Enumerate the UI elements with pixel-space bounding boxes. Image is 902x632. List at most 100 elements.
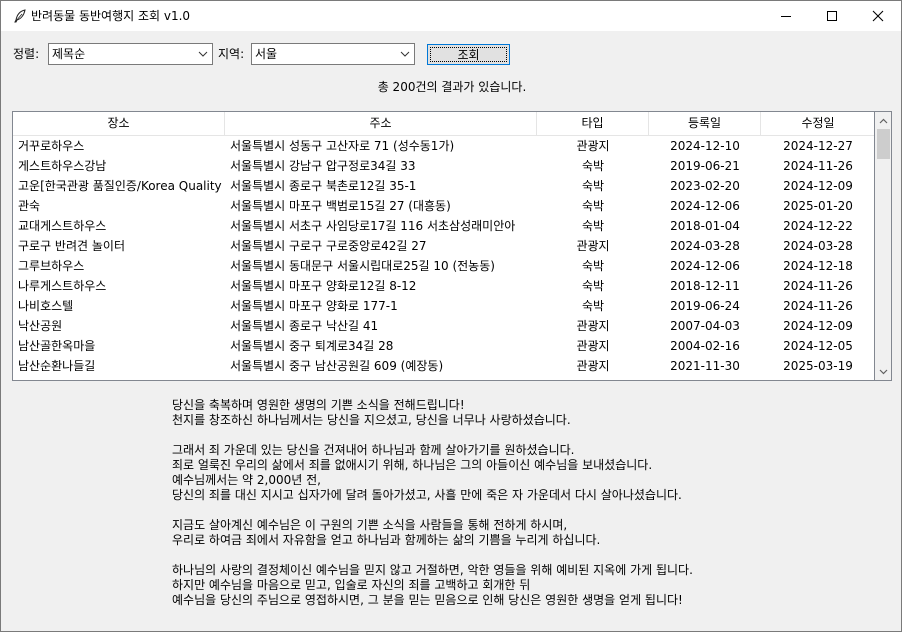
minimize-button[interactable] xyxy=(763,1,809,31)
cell-place: 남산골한옥마을 xyxy=(18,339,96,353)
scroll-up-button[interactable] xyxy=(875,112,891,129)
cell-type: 숙박 xyxy=(581,279,605,293)
column-header-place[interactable]: 장소 xyxy=(13,112,225,136)
table-row[interactable]: 교대게스트하우스 서울특별시 서초구 사임당로17길 116 서초삼성래미안아 … xyxy=(13,216,874,236)
title-bar[interactable]: 반려동물 동반여행지 조회 v1.0 xyxy=(1,1,901,31)
cell-modified: 2024-12-05 xyxy=(783,339,853,353)
minimize-icon xyxy=(781,16,791,17)
cell-type: 숙박 xyxy=(581,159,605,173)
cell-address: 서울특별시 구로구 구로중앙로42길 27 xyxy=(230,239,427,253)
table-row[interactable]: 낙산공원 서울특별시 종로구 낙산길 41 관광지 2007-04-03 202… xyxy=(13,316,874,336)
cell-registered: 2024-12-06 xyxy=(670,259,740,273)
sort-select-value: 제목순 xyxy=(52,47,86,61)
message-line: 우리로 하여금 죄에서 자유함을 얻고 하나님과 함께하는 삶의 기쁨을 누리게… xyxy=(172,533,601,547)
table-scrollbar[interactable] xyxy=(875,111,892,381)
message-line: 지금도 살아계신 예수님은 이 구원의 기쁜 소식을 사람들을 통해 전하게 하… xyxy=(172,518,568,532)
message-line: 예수님을 당신의 주님으로 영접하시면, 그 분을 믿는 믿음으로 인해 당신은… xyxy=(172,593,683,607)
search-button[interactable]: 조회 xyxy=(427,44,510,65)
region-select-value: 서울 xyxy=(255,47,278,61)
scroll-down-icon xyxy=(879,369,887,374)
cell-type: 숙박 xyxy=(581,179,605,193)
cell-address: 서울특별시 서초구 사임당로17길 116 서초삼성래미안아 xyxy=(230,219,516,233)
cell-modified: 2024-11-26 xyxy=(783,299,853,313)
cell-place: 거꾸로하우스 xyxy=(18,139,85,153)
cell-registered: 2021-11-30 xyxy=(670,359,740,373)
table-row[interactable]: 그루브하우스 서울특별시 동대문구 서울시립대로25길 10 (전농동) 숙박 … xyxy=(13,256,874,276)
table-row[interactable]: 구로구 반려견 놀이터 서울특별시 구로구 구로중앙로42길 27 관광지 20… xyxy=(13,236,874,256)
scroll-up-icon xyxy=(879,118,887,123)
maximize-icon xyxy=(827,11,837,21)
sort-select[interactable]: 제목순 xyxy=(48,43,213,65)
column-header-type[interactable]: 타입 xyxy=(537,112,649,136)
column-header-modified[interactable]: 수정일 xyxy=(761,112,874,136)
cell-type: 관광지 xyxy=(576,359,610,373)
table-row[interactable]: 관숙 서울특별시 마포구 백범로15길 27 (대흥동) 숙박 2024-12-… xyxy=(13,196,874,216)
table-header: 장소 주소 타입 등록일 수정일 xyxy=(13,112,874,136)
message-line: 하지만 예수님을 마음으로 믿고, 입술로 자신의 죄를 고백하고 회개한 뒤 xyxy=(172,578,531,592)
cell-modified: 2024-12-27 xyxy=(783,139,853,153)
cell-modified: 2024-12-09 xyxy=(783,179,853,193)
cell-registered: 2024-12-06 xyxy=(670,199,740,213)
scroll-thumb[interactable] xyxy=(877,129,890,159)
table-body: 거꾸로하우스 서울특별시 성동구 고산자로 71 (성수동1가) 관광지 202… xyxy=(13,136,874,376)
table-row[interactable]: 남산골한옥마을 서울특별시 중구 퇴계로34길 28 관광지 2004-02-1… xyxy=(13,336,874,356)
cell-address: 서울특별시 종로구 북촌로12길 35-1 xyxy=(230,179,417,193)
cell-registered: 2018-12-11 xyxy=(670,279,740,293)
chevron-down-icon xyxy=(198,51,208,57)
scroll-down-button[interactable] xyxy=(875,363,891,380)
cell-place: 남산순환나들길 xyxy=(18,359,96,373)
cell-modified: 2024-11-26 xyxy=(783,159,853,173)
cell-modified: 2025-03-19 xyxy=(783,359,853,373)
close-icon xyxy=(872,10,884,22)
cell-registered: 2007-04-03 xyxy=(670,319,740,333)
results-table[interactable]: 장소 주소 타입 등록일 수정일 거꾸로하우스 서울특별시 성동구 고산자로 7… xyxy=(12,111,875,381)
chevron-down-icon xyxy=(400,51,410,57)
table-row[interactable]: 게스트하우스강남 서울특별시 강남구 압구정로34길 33 숙박 2019-06… xyxy=(13,156,874,176)
cell-place: 교대게스트하우스 xyxy=(18,219,107,233)
region-select[interactable]: 서울 xyxy=(251,43,415,65)
cell-modified: 2024-12-09 xyxy=(783,319,853,333)
cell-place: 낙산공원 xyxy=(18,319,63,333)
column-header-registered[interactable]: 등록일 xyxy=(649,112,761,136)
message-line: 죄로 얼룩진 우리의 삶에서 죄를 없애시기 위해, 하나님은 그의 아들이신 … xyxy=(172,458,653,472)
cell-type: 관광지 xyxy=(576,139,610,153)
table-row[interactable]: 나루게스트하우스 서울특별시 마포구 양화로12길 8-12 숙박 2018-1… xyxy=(13,276,874,296)
cell-modified: 2024-12-22 xyxy=(783,219,853,233)
cell-place: 게스트하우스강남 xyxy=(18,159,107,173)
cell-registered: 2019-06-21 xyxy=(670,159,740,173)
cell-address: 서울특별시 종로구 낙산길 41 xyxy=(230,319,379,333)
cell-address: 서울특별시 강남구 압구정로34길 33 xyxy=(230,159,416,173)
cell-type: 숙박 xyxy=(581,219,605,233)
feather-icon xyxy=(12,8,28,24)
sort-label: 정렬: xyxy=(13,47,40,61)
cell-type: 관광지 xyxy=(576,239,610,253)
result-count-text: 총 200건의 결과가 있습니다. xyxy=(377,80,527,94)
window-title: 반려동물 동반여행지 조회 v1.0 xyxy=(31,9,191,23)
cell-address: 서울특별시 중구 남산공원길 609 (예장동) xyxy=(230,359,444,373)
cell-registered: 2023-02-20 xyxy=(670,179,740,193)
message-paragraph: 하나님의 사랑의 결정체이신 예수님을 믿지 않고 거절하면, 악한 영들을 위… xyxy=(172,563,872,608)
message-paragraph: 지금도 살아계신 예수님은 이 구원의 기쁜 소식을 사람들을 통해 전하게 하… xyxy=(172,518,872,548)
message-paragraph: 그래서 죄 가운데 있는 당신을 건져내어 하나님과 함께 살아가기를 원하셨습… xyxy=(172,443,872,503)
cell-type: 관광지 xyxy=(576,339,610,353)
message-line: 예수님께서는 약 2,000년 전, xyxy=(172,473,321,487)
cell-place: 나루게스트하우스 xyxy=(18,279,107,293)
cell-modified: 2025-01-20 xyxy=(783,199,853,213)
cell-type: 숙박 xyxy=(581,299,605,313)
table-row[interactable]: 나비호스텔 서울특별시 마포구 양화로 177-1 숙박 2019-06-24 … xyxy=(13,296,874,316)
table-row[interactable]: 남산순환나들길 서울특별시 중구 남산공원길 609 (예장동) 관광지 202… xyxy=(13,356,874,376)
table-row[interactable]: 거꾸로하우스 서울특별시 성동구 고산자로 71 (성수동1가) 관광지 202… xyxy=(13,136,874,156)
column-header-address[interactable]: 주소 xyxy=(225,112,537,136)
close-button[interactable] xyxy=(855,1,901,31)
cell-place: 나비호스텔 xyxy=(18,299,74,313)
table-row[interactable]: 고운[한국관광 품질인증/Korea Quality 서울특별시 종로구 북촌로… xyxy=(13,176,874,196)
cell-registered: 2024-03-28 xyxy=(670,239,740,253)
cell-address: 서울특별시 마포구 양화로12길 8-12 xyxy=(230,279,417,293)
cell-address: 서울특별시 마포구 백범로15길 27 (대흥동) xyxy=(230,199,451,213)
cell-place: 그루브하우스 xyxy=(18,259,85,273)
message-line: 천지를 창조하신 하나님께서는 당신을 지으셨고, 당신을 너무나 사랑하셨습니… xyxy=(172,413,571,427)
maximize-button[interactable] xyxy=(809,1,855,31)
cell-type: 숙박 xyxy=(581,199,605,213)
message-line: 당신을 축복하며 영원한 생명의 기쁜 소식을 전해드립니다! xyxy=(172,398,465,412)
cell-place: 고운[한국관광 품질인증/Korea Quality xyxy=(18,179,222,193)
